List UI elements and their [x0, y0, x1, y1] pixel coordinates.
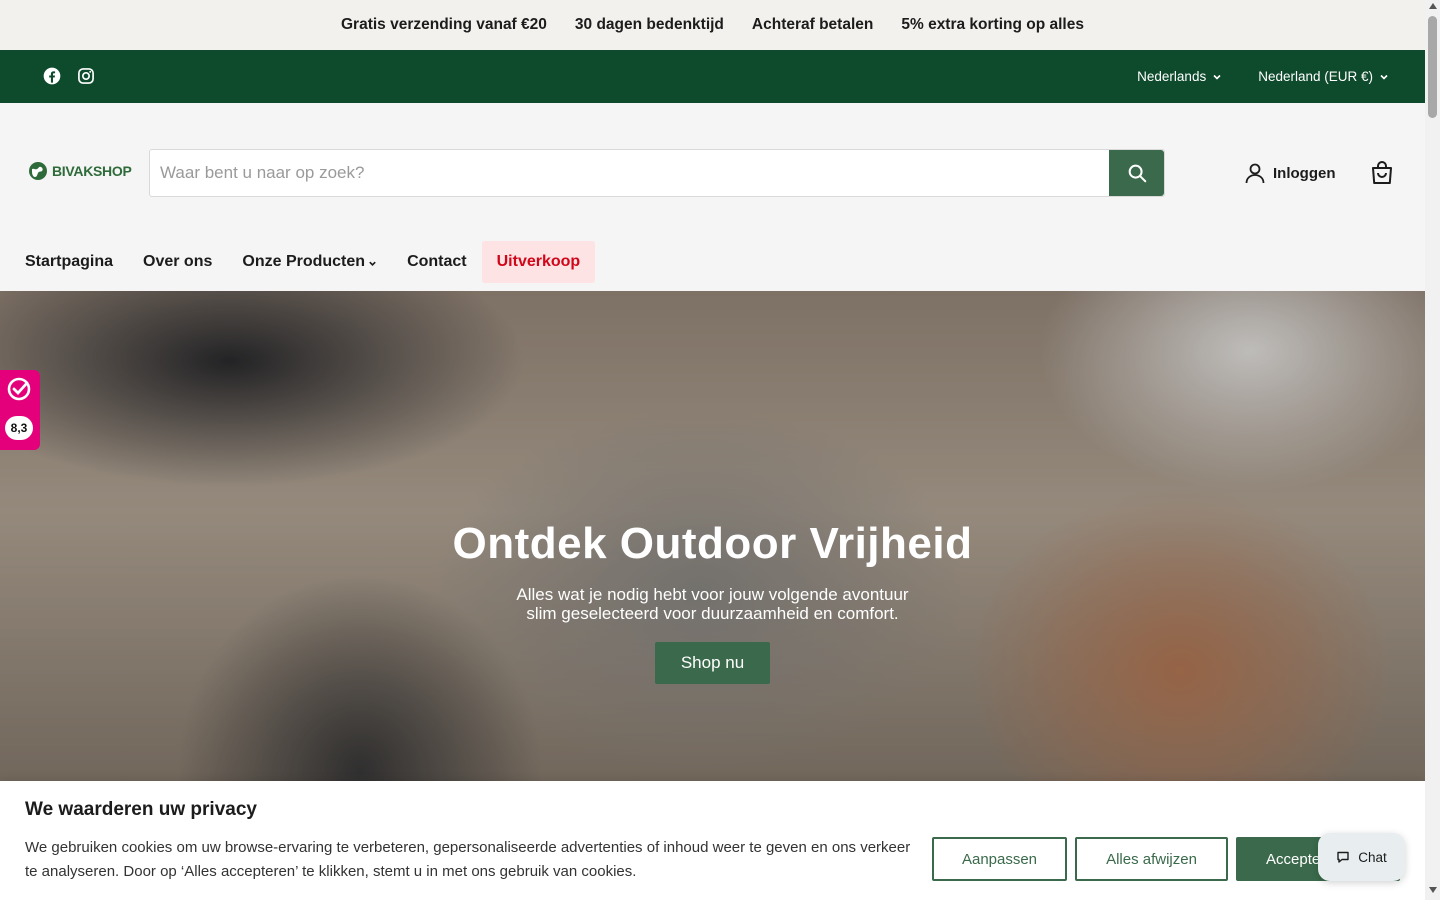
announcement-item: 30 dagen bedenktijd [574, 16, 724, 33]
nav-label: Contact [407, 253, 467, 270]
nav-label: Over ons [143, 253, 213, 270]
nav-label: Uitverkoop [496, 253, 581, 270]
site-header: BIVAKSHOP Inloggen Startpagina Over ons … [0, 103, 1425, 291]
hero-subtitle: Alles wat je nodig hebt voor jouw volgen… [0, 585, 1425, 623]
nav-item-over-ons[interactable]: Over ons [128, 241, 227, 283]
locale-selectors: Nederlands Nederland (EUR €) [1137, 50, 1389, 103]
hero-banner: Ontdek Outdoor Vrijheid Alles wat je nod… [0, 291, 1425, 781]
scrollbar[interactable] [1425, 0, 1440, 900]
scroll-down-arrow[interactable] [1429, 887, 1437, 893]
country-label: Nederland (EUR €) [1258, 69, 1373, 84]
instagram-icon[interactable] [76, 66, 96, 86]
cart-icon[interactable] [1368, 159, 1396, 187]
search-icon [1128, 164, 1146, 183]
chevron-down-icon [1380, 74, 1388, 80]
search-bar [149, 149, 1165, 197]
cookie-text: We gebruiken cookies om uw browse-ervari… [25, 839, 911, 880]
chevron-down-icon [1213, 74, 1221, 80]
customize-cookies-button[interactable]: Aanpassen [932, 837, 1067, 881]
shop-now-button[interactable]: Shop nu [655, 642, 770, 684]
hero-subtitle-line: slim geselecteerd voor duurzaamheid en c… [526, 604, 899, 623]
rating-widget[interactable]: 8,3 [0, 370, 40, 450]
top-bar: Nederlands Nederland (EUR €) [0, 50, 1425, 103]
rating-score: 8,3 [5, 416, 33, 440]
logo-text: BIVAKSHOP [52, 163, 132, 179]
chat-button[interactable]: Chat [1318, 833, 1405, 881]
login-link[interactable]: Inloggen [1243, 161, 1336, 185]
nav-item-contact[interactable]: Contact [392, 241, 482, 283]
announcement-item: Gratis verzending vanaf €20 [341, 16, 547, 33]
logo-globe-icon [29, 162, 47, 180]
scroll-thumb[interactable] [1428, 16, 1437, 118]
site-logo[interactable]: BIVAKSHOP [28, 161, 132, 181]
search-button[interactable] [1109, 150, 1164, 196]
social-links [42, 66, 96, 86]
facebook-icon[interactable] [42, 66, 62, 86]
nav-item-onze-producten[interactable]: Onze Producten [227, 241, 392, 283]
checkmark-badge-icon [7, 377, 31, 401]
announcement-item: Achteraf betalen [751, 16, 874, 33]
chat-label: Chat [1358, 849, 1387, 865]
reject-all-button[interactable]: Alles afwijzen [1075, 837, 1228, 881]
hero-title: Ontdek Outdoor Vrijheid [452, 519, 973, 568]
search-input[interactable] [150, 150, 1109, 196]
language-label: Nederlands [1137, 69, 1207, 84]
main-nav: Startpagina Over ons Onze Producten Cont… [10, 241, 596, 283]
cookie-banner: We waarderen uw privacy We gebruiken coo… [0, 781, 1425, 900]
nav-item-startpagina[interactable]: Startpagina [10, 241, 128, 283]
hero-subtitle-line: Alles wat je nodig hebt voor jouw volgen… [516, 585, 909, 604]
user-icon [1245, 163, 1265, 184]
nav-label: Onze Producten [242, 253, 366, 270]
chevron-down-icon [369, 261, 376, 266]
language-select[interactable]: Nederlands [1137, 69, 1222, 84]
country-select[interactable]: Nederland (EUR €) [1258, 69, 1389, 84]
scroll-up-arrow[interactable] [1429, 3, 1437, 9]
announcement-item: 5% extra korting op alles [901, 16, 1084, 33]
chat-bubble-icon [1337, 851, 1349, 863]
cookie-title: We waarderen uw privacy [25, 799, 257, 820]
nav-item-uitverkoop[interactable]: Uitverkoop [481, 241, 596, 283]
announcement-bar: Gratis verzending vanaf €20 30 dagen bed… [0, 0, 1425, 50]
nav-label: Startpagina [25, 253, 114, 270]
login-label: Inloggen [1273, 164, 1336, 182]
